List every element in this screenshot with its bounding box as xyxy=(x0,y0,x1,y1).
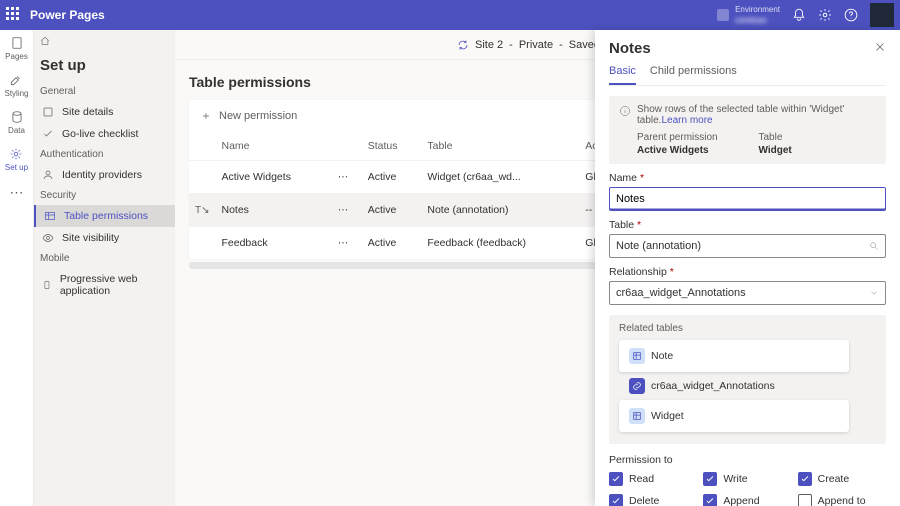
table-select[interactable]: Note (annotation) xyxy=(609,234,886,258)
row-more-icon[interactable]: ⋯ xyxy=(332,227,362,260)
sidebar-site-details-label: Site details xyxy=(62,106,113,118)
close-icon[interactable] xyxy=(874,41,886,56)
sidebar-table-permissions-label: Table permissions xyxy=(64,210,148,222)
related-tables: Related tables Note cr6aa_widget_Annotat… xyxy=(609,315,886,444)
row-more-icon[interactable]: ⋯ xyxy=(332,161,362,194)
panel-title: Notes xyxy=(609,40,651,57)
brand: Power Pages xyxy=(30,8,105,22)
perm-append-to[interactable]: Append to xyxy=(798,494,886,506)
environment-label: Environment xyxy=(735,5,780,15)
col-status: Status xyxy=(362,132,422,161)
sidebar-go-live-label: Go-live checklist xyxy=(62,128,138,140)
search-icon xyxy=(869,241,879,251)
rail-pages-label: Pages xyxy=(5,52,28,61)
table-label: Table * xyxy=(609,219,886,231)
environment-switcher[interactable]: Environment contoso xyxy=(717,5,780,25)
sidebar-site-visibility[interactable]: Site visibility xyxy=(34,227,175,249)
tab-child-permissions[interactable]: Child permissions xyxy=(650,65,737,85)
related-chip-widget[interactable]: Widget xyxy=(619,400,849,432)
sync-icon[interactable] xyxy=(457,39,469,51)
name-input[interactable] xyxy=(609,187,886,211)
group-security: Security xyxy=(34,186,175,205)
sidebar-site-visibility-label: Site visibility xyxy=(62,232,119,244)
link-icon xyxy=(629,378,645,394)
group-mobile: Mobile xyxy=(34,249,175,268)
group-general: General xyxy=(34,82,175,101)
perm-create[interactable]: Create xyxy=(798,472,886,486)
rail-styling[interactable]: Styling xyxy=(4,73,28,98)
chevron-down-icon xyxy=(869,288,879,298)
rail-more-icon[interactable]: ⋯ xyxy=(10,184,24,201)
table-icon xyxy=(629,348,645,364)
row-more-icon[interactable]: ⋯ xyxy=(332,194,362,227)
sidebar-idp-label: Identity providers xyxy=(62,169,142,181)
perm-delete[interactable]: Delete xyxy=(609,494,697,506)
permission-to-label: Permission to xyxy=(609,454,886,466)
sidebar-table-permissions[interactable]: Table permissions xyxy=(34,205,175,227)
rail-data[interactable]: Data xyxy=(8,110,25,135)
toolbar-site-name: Site 2 xyxy=(475,39,503,51)
app-launcher-icon[interactable] xyxy=(6,7,22,23)
text-annotation-icon: T↘ xyxy=(189,194,216,227)
perm-read[interactable]: Read xyxy=(609,472,697,486)
info-box: Show rows of the selected table within '… xyxy=(609,96,886,164)
tab-basic[interactable]: Basic xyxy=(609,65,636,85)
help-icon[interactable] xyxy=(844,8,858,22)
toolbar-state: Private xyxy=(519,39,553,51)
group-auth: Authentication xyxy=(34,145,175,164)
environment-value: contoso xyxy=(735,15,780,25)
perm-write[interactable]: Write xyxy=(703,472,791,486)
rail-setup[interactable]: Set up xyxy=(5,147,28,172)
col-name: Name xyxy=(216,132,332,161)
edit-panel: Notes Basic Child permissions Show rows … xyxy=(595,30,900,506)
sidebar-identity-providers[interactable]: Identity providers xyxy=(34,164,175,186)
rail-setup-label: Set up xyxy=(5,163,28,172)
table-icon xyxy=(629,408,645,424)
rail-data-label: Data xyxy=(8,126,25,135)
gear-icon[interactable] xyxy=(818,8,832,22)
perm-append[interactable]: Append xyxy=(703,494,791,506)
relationship-label: Relationship * xyxy=(609,266,886,278)
rail-pages[interactable]: Pages xyxy=(5,36,28,61)
col-table: Table xyxy=(421,132,579,161)
bell-icon[interactable] xyxy=(792,8,806,22)
sidebar-pwa-label: Progressive web application xyxy=(60,273,167,297)
new-permission-label: New permission xyxy=(219,110,297,122)
learn-more-link[interactable]: Learn more xyxy=(661,115,712,126)
rail-styling-label: Styling xyxy=(4,89,28,98)
sidebar-title: Set up xyxy=(34,55,175,82)
name-label: Name * xyxy=(609,172,886,184)
breadcrumb-home[interactable] xyxy=(34,36,175,55)
info-icon xyxy=(619,105,631,117)
environment-icon xyxy=(717,9,729,21)
related-chip-note[interactable]: Note xyxy=(619,340,849,372)
related-chip-relationship[interactable]: cr6aa_widget_Annotations xyxy=(619,378,775,394)
relationship-select[interactable]: cr6aa_widget_Annotations xyxy=(609,281,886,305)
sidebar-go-live[interactable]: Go-live checklist xyxy=(34,123,175,145)
sidebar-site-details[interactable]: Site details xyxy=(34,101,175,123)
avatar[interactable] xyxy=(870,3,894,27)
sidebar-pwa[interactable]: Progressive web application xyxy=(34,268,175,302)
